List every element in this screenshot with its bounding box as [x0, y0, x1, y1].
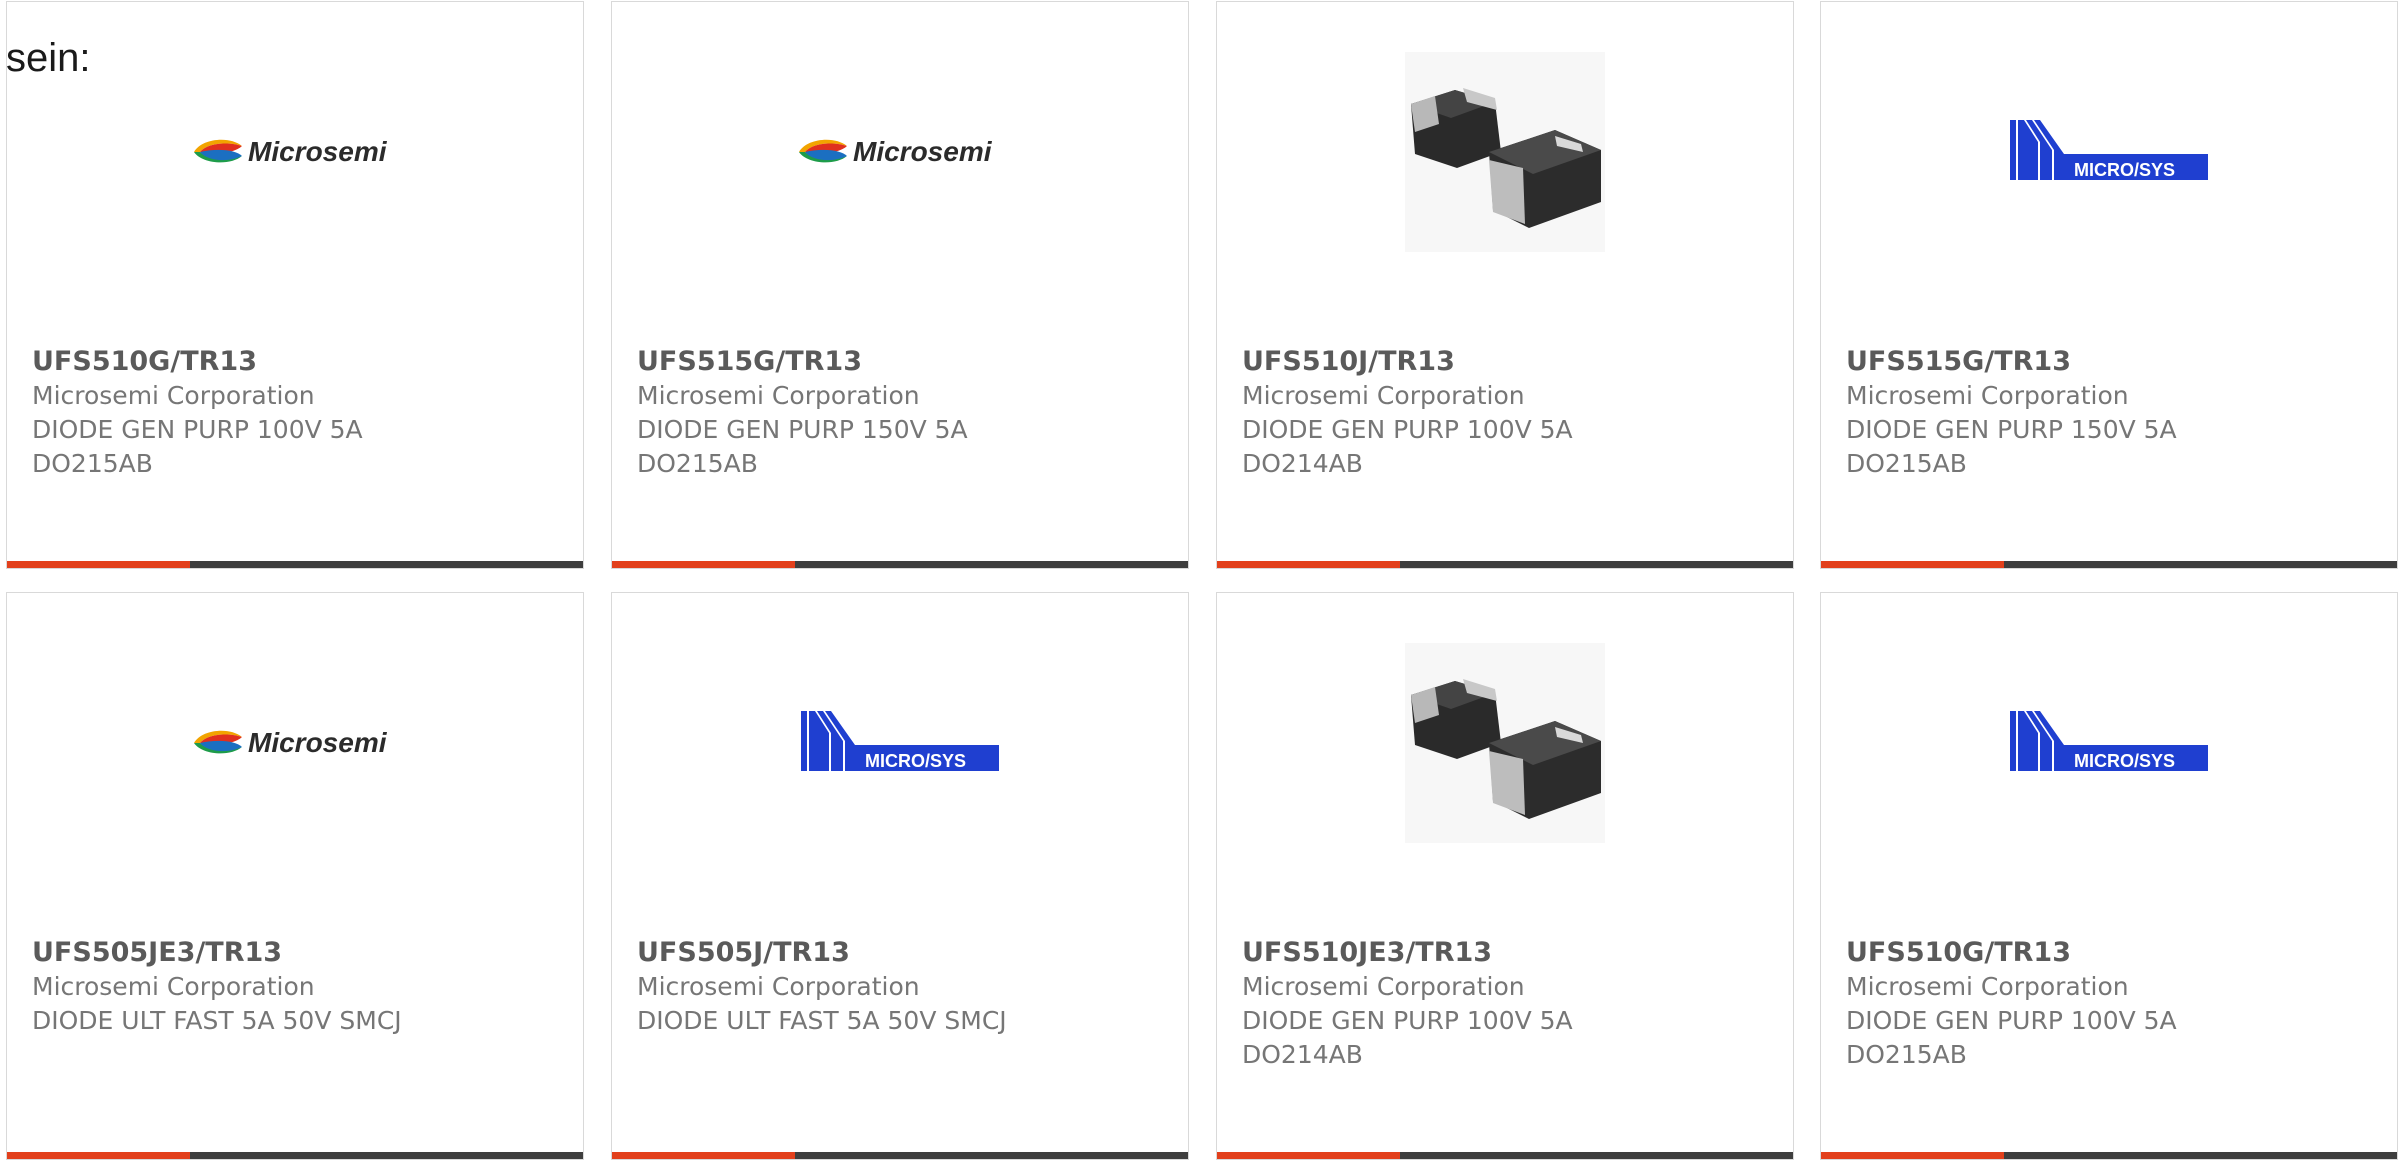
- card-bottom-bar: [1217, 561, 1793, 568]
- product-description: DIODE GEN PURP 100V 5A DO215AB: [32, 415, 363, 478]
- product-image[interactable]: [1217, 42, 1793, 262]
- product-card[interactable]: MICRO/SYS UFS505J/TR13 Microsemi Corporat…: [611, 592, 1189, 1160]
- product-card[interactable]: UFS510JE3/TR13 Microsemi Corporation DIODE…: [1216, 592, 1794, 1160]
- card-accent-segment: [1821, 561, 2004, 568]
- product-image[interactable]: Microsemi: [612, 42, 1188, 262]
- card-accent-segment: [1217, 1152, 1400, 1159]
- product-info: UFS510JE3/TR13 Microsemi Corporation DIODE…: [1242, 935, 1783, 1072]
- microsemi-logo: Microsemi: [194, 136, 388, 167]
- part-number-link[interactable]: UFS510JE3/TR13: [1242, 935, 1783, 970]
- card-accent-segment: [7, 1152, 190, 1159]
- logo-text: Microsemi: [853, 136, 993, 167]
- microsys-logo: MICRO/SYS: [2010, 120, 2208, 180]
- card-bottom-bar: [1217, 1152, 1793, 1159]
- card-bottom-bar: [1821, 561, 2397, 568]
- product-description: DIODE GEN PURP 100V 5A DO215AB: [1846, 1006, 2177, 1069]
- manufacturer-name: Microsemi Corporation: [637, 381, 920, 410]
- product-info: UFS505JE3/TR13 Microsemi Corporation DIODE…: [32, 935, 573, 1038]
- microsys-logo: MICRO/SYS: [801, 711, 999, 771]
- product-card[interactable]: UFS510J/TR13 Microsemi Corporation DIODE G…: [1216, 1, 1794, 569]
- product-card[interactable]: Microsemi UFS515G/TR13 Microsemi Corporat…: [611, 1, 1189, 569]
- card-accent-segment: [7, 561, 190, 568]
- product-image[interactable]: MICRO/SYS: [612, 633, 1188, 853]
- card-bottom-bar: [7, 1152, 583, 1159]
- card-accent-segment: [1217, 561, 1400, 568]
- intro-text: sein:: [6, 36, 91, 80]
- part-number-link[interactable]: UFS505J/TR13: [637, 935, 1178, 970]
- card-bottom-bar: [7, 561, 583, 568]
- product-info: UFS510J/TR13 Microsemi Corporation DIODE G…: [1242, 344, 1783, 481]
- product-description: DIODE GEN PURP 150V 5A DO215AB: [637, 415, 968, 478]
- manufacturer-name: Microsemi Corporation: [32, 381, 315, 410]
- part-number-link[interactable]: UFS505JE3/TR13: [32, 935, 573, 970]
- logo-text: Microsemi: [248, 727, 388, 758]
- product-info: UFS515G/TR13 Microsemi Corporation DIODE G…: [1846, 344, 2387, 481]
- product-image[interactable]: Microsemi: [7, 633, 583, 853]
- card-accent-segment: [612, 1152, 795, 1159]
- manufacturer-name: Microsemi Corporation: [1242, 972, 1525, 1001]
- manufacturer-name: Microsemi Corporation: [32, 972, 315, 1001]
- logo-text: Microsemi: [248, 136, 388, 167]
- logo-text: MICRO/SYS: [2074, 751, 2175, 771]
- part-number-link[interactable]: UFS515G/TR13: [637, 344, 1178, 379]
- microsys-logo: MICRO/SYS: [2010, 711, 2208, 771]
- card-bottom-bar: [612, 1152, 1188, 1159]
- part-number-link[interactable]: UFS510G/TR13: [32, 344, 573, 379]
- diode-package-photo: [1405, 52, 1605, 252]
- logo-text: MICRO/SYS: [865, 751, 966, 771]
- part-number-link[interactable]: UFS510G/TR13: [1846, 935, 2387, 970]
- logo-text: MICRO/SYS: [2074, 160, 2175, 180]
- part-number-link[interactable]: UFS515G/TR13: [1846, 344, 2387, 379]
- manufacturer-name: Microsemi Corporation: [1846, 972, 2129, 1001]
- microsemi-logo: Microsemi: [799, 136, 993, 167]
- product-card[interactable]: MICRO/SYS UFS510G/TR13 Microsemi Corporat…: [1820, 592, 2398, 1160]
- manufacturer-name: Microsemi Corporation: [1846, 381, 2129, 410]
- part-number-link[interactable]: UFS510J/TR13: [1242, 344, 1783, 379]
- product-description: DIODE ULT FAST 5A 50V SMCJ: [32, 1006, 402, 1035]
- product-description: DIODE ULT FAST 5A 50V SMCJ: [637, 1006, 1007, 1035]
- product-info: UFS510G/TR13 Microsemi Corporation DIODE G…: [32, 344, 573, 481]
- product-info: UFS515G/TR13 Microsemi Corporation DIODE G…: [637, 344, 1178, 481]
- manufacturer-name: Microsemi Corporation: [1242, 381, 1525, 410]
- product-image[interactable]: MICRO/SYS: [1821, 42, 2397, 262]
- diode-package-photo: [1405, 643, 1605, 843]
- product-image[interactable]: MICRO/SYS: [1821, 633, 2397, 853]
- card-accent-segment: [612, 561, 795, 568]
- product-card[interactable]: Microsemi UFS505JE3/TR13 Microsemi Corpor…: [6, 592, 584, 1160]
- product-info: UFS510G/TR13 Microsemi Corporation DIODE G…: [1846, 935, 2387, 1072]
- product-grid: Microsemi UFS510G/TR13 Microsemi Corporat…: [0, 0, 2400, 1160]
- card-accent-segment: [1821, 1152, 2004, 1159]
- product-card[interactable]: MICRO/SYS UFS515G/TR13 Microsemi Corporat…: [1820, 1, 2398, 569]
- product-info: UFS505J/TR13 Microsemi Corporation DIODE U…: [637, 935, 1178, 1038]
- microsemi-logo: Microsemi: [194, 727, 388, 758]
- product-image[interactable]: Microsemi: [7, 42, 583, 262]
- product-description: DIODE GEN PURP 100V 5A DO214AB: [1242, 415, 1573, 478]
- product-description: DIODE GEN PURP 100V 5A DO214AB: [1242, 1006, 1573, 1069]
- product-card[interactable]: Microsemi UFS510G/TR13 Microsemi Corporat…: [6, 1, 584, 569]
- manufacturer-name: Microsemi Corporation: [637, 972, 920, 1001]
- card-bottom-bar: [1821, 1152, 2397, 1159]
- product-description: DIODE GEN PURP 150V 5A DO215AB: [1846, 415, 2177, 478]
- card-bottom-bar: [612, 561, 1188, 568]
- product-image[interactable]: [1217, 633, 1793, 853]
